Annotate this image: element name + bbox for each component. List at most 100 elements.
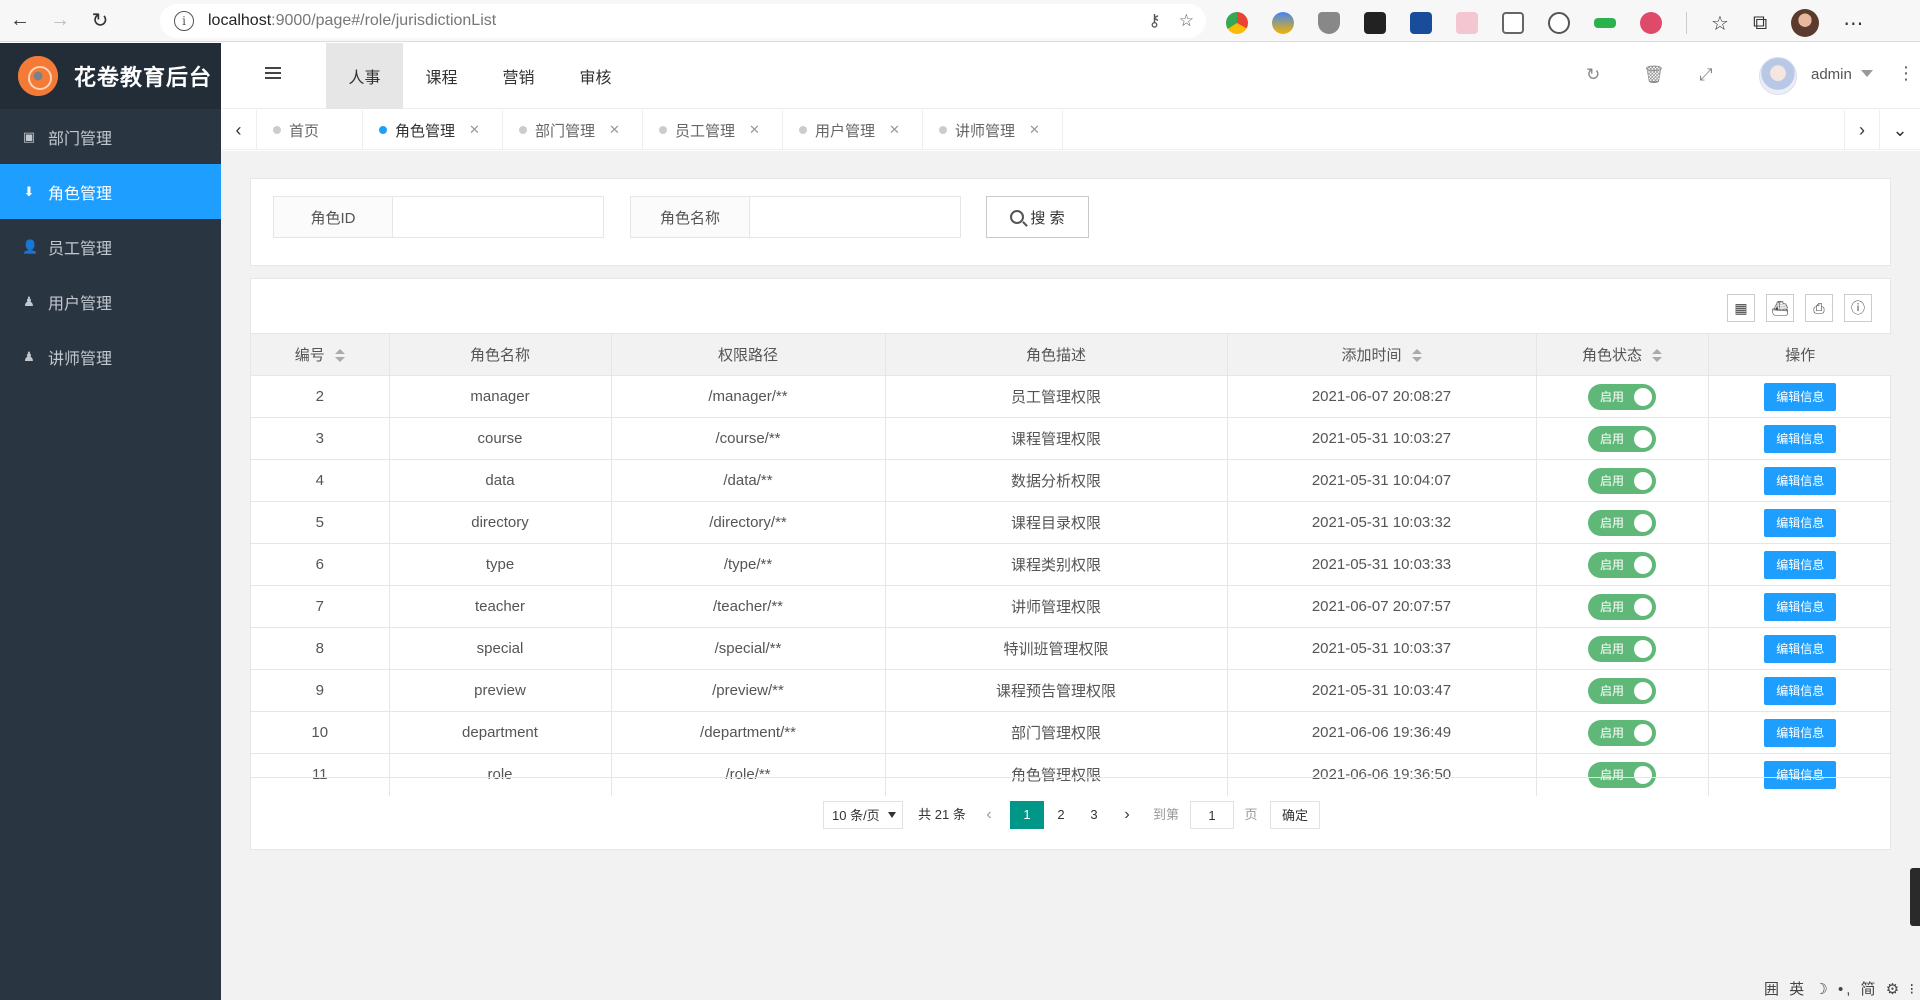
close-icon[interactable]: ✕: [749, 122, 760, 138]
chevron-down-icon[interactable]: [1861, 70, 1873, 77]
extension-pink-icon[interactable]: [1456, 12, 1478, 34]
address-bar[interactable]: i localhost :9000/page#/role/jurisdictio…: [160, 4, 1206, 38]
favorites-icon[interactable]: ☆: [1711, 11, 1729, 36]
close-icon[interactable]: ✕: [469, 122, 480, 138]
extension-recycle-icon[interactable]: [1548, 12, 1570, 34]
info-icon[interactable]: ⓘ: [1844, 294, 1872, 322]
back-icon[interactable]: ←: [0, 1, 40, 41]
key-icon[interactable]: ⚷: [1148, 11, 1160, 31]
page-number-3[interactable]: 3: [1077, 801, 1111, 829]
extension-dark-icon[interactable]: [1364, 12, 1386, 34]
edit-button[interactable]: 编辑信息: [1764, 424, 1837, 453]
column-header-id[interactable]: 编号: [251, 333, 390, 376]
browser-profile-avatar[interactable]: [1791, 9, 1820, 37]
tab-personnel[interactable]: 人事: [326, 43, 403, 109]
refresh-page-icon[interactable]: ↻: [1586, 65, 1600, 85]
tabs-scroll-left-icon[interactable]: ‹: [221, 110, 257, 150]
export-icon[interactable]: ⛴: [1766, 294, 1794, 322]
extension-shield-icon[interactable]: [1272, 12, 1294, 34]
edit-button[interactable]: 编辑信息: [1764, 508, 1837, 537]
close-icon[interactable]: ✕: [889, 122, 900, 138]
column-filter-icon[interactable]: ▦: [1727, 294, 1755, 322]
page-number-2[interactable]: 2: [1044, 801, 1078, 829]
page-tab-role[interactable]: 角色管理 ✕: [363, 110, 503, 150]
extension-chrome-icon[interactable]: [1226, 12, 1248, 34]
tab-review[interactable]: 审核: [557, 43, 634, 109]
status-toggle[interactable]: 启用: [1588, 425, 1656, 452]
username[interactable]: admin: [1811, 66, 1852, 83]
cell-path: /manager/**: [611, 375, 886, 418]
page-tab-teacher[interactable]: 讲师管理 ✕: [923, 110, 1063, 150]
close-icon[interactable]: ✕: [609, 122, 620, 138]
goto-confirm-button[interactable]: 确定: [1270, 801, 1320, 829]
edit-button[interactable]: 编辑信息: [1764, 676, 1837, 705]
page-size-select[interactable]: 10 条/页: [823, 801, 903, 829]
page-tab-department[interactable]: 部门管理 ✕: [503, 110, 643, 150]
page-tab-employee[interactable]: 员工管理 ✕: [643, 110, 783, 150]
edit-button[interactable]: 编辑信息: [1764, 634, 1837, 663]
edit-button[interactable]: 编辑信息: [1764, 466, 1837, 495]
role-icon: ⬇: [23, 183, 35, 199]
status-toggle[interactable]: 启用: [1588, 383, 1656, 410]
next-page-icon[interactable]: ›: [1115, 801, 1139, 829]
tab-marketing[interactable]: 营销: [480, 43, 557, 109]
extension-n-icon[interactable]: [1410, 12, 1432, 34]
clear-cache-icon[interactable]: 🗑: [1643, 65, 1665, 85]
status-toggle[interactable]: 启用: [1588, 467, 1656, 494]
goto-page-input[interactable]: 1: [1190, 801, 1234, 829]
fullscreen-icon[interactable]: ⤢: [1699, 65, 1713, 85]
page-number-1[interactable]: 1: [1010, 801, 1044, 829]
column-header-status[interactable]: 角色状态: [1536, 333, 1709, 376]
page-unit: 页: [1244, 807, 1258, 822]
favorite-add-icon[interactable]: ☆: [1179, 11, 1194, 31]
search-button[interactable]: 搜 索: [986, 196, 1089, 238]
role-id-input[interactable]: [393, 196, 604, 238]
site-info-icon[interactable]: i: [174, 11, 194, 31]
status-toggle[interactable]: 启用: [1588, 719, 1656, 746]
menu-toggle-icon[interactable]: [265, 67, 281, 81]
sidebar-item-department[interactable]: ▣ 部门管理: [0, 109, 221, 164]
page-tab-user[interactable]: 用户管理 ✕: [783, 110, 923, 150]
status-toggle[interactable]: 启用: [1588, 509, 1656, 536]
refresh-icon[interactable]: ↻: [80, 1, 120, 41]
extension-bug-icon[interactable]: [1640, 12, 1662, 34]
tabs-scroll-right-icon[interactable]: ›: [1844, 110, 1880, 150]
prev-page-icon[interactable]: ‹: [977, 801, 1001, 829]
tab-course[interactable]: 课程: [403, 43, 480, 109]
page-tab-home[interactable]: 首页: [257, 110, 363, 150]
edge-side-widget[interactable]: [1910, 868, 1920, 926]
edit-button[interactable]: 编辑信息: [1764, 550, 1837, 579]
avatar[interactable]: [1759, 57, 1797, 95]
edit-button[interactable]: 编辑信息: [1764, 382, 1837, 411]
sort-icon[interactable]: [1652, 349, 1662, 363]
status-toggle[interactable]: 启用: [1588, 593, 1656, 620]
tab-dot: [519, 126, 527, 134]
status-toggle[interactable]: 启用: [1588, 677, 1656, 704]
edit-button[interactable]: 编辑信息: [1764, 592, 1837, 621]
close-icon[interactable]: ✕: [1029, 122, 1040, 138]
column-header-time[interactable]: 添加时间: [1227, 333, 1537, 376]
sidebar-item-teacher[interactable]: ♟ 讲师管理: [0, 329, 221, 384]
sort-icon[interactable]: [334, 349, 345, 363]
ime-status-bar[interactable]: 囲 英 ☽ •, 简 ⚙ ⁝: [1764, 978, 1917, 999]
extension-adblock-icon[interactable]: [1318, 12, 1340, 34]
sidebar-item-user[interactable]: ♟ 用户管理: [0, 274, 221, 329]
sort-icon[interactable]: [1411, 349, 1422, 363]
print-icon[interactable]: ⎙: [1805, 294, 1833, 322]
more-vertical-icon[interactable]: ⋮: [1897, 63, 1915, 84]
sidebar-item-employee[interactable]: 👤 员工管理: [0, 219, 221, 274]
sidebar-item-role[interactable]: ⬇ 角色管理: [0, 164, 221, 219]
collections-icon[interactable]: ⧉: [1753, 12, 1767, 35]
edit-button[interactable]: 编辑信息: [1764, 718, 1837, 747]
role-name-input[interactable]: [750, 196, 961, 238]
browser-menu-icon[interactable]: ⋯: [1843, 11, 1863, 36]
extension-green-icon[interactable]: [1594, 18, 1616, 28]
cell-id: 9: [251, 669, 390, 712]
cell-actions: 编辑信息: [1708, 459, 1892, 502]
cell-id: 8: [251, 627, 390, 670]
status-toggle[interactable]: 启用: [1588, 551, 1656, 578]
tabs-menu-chevron-down-icon[interactable]: ⌄: [1882, 110, 1918, 150]
forward-icon[interactable]: →: [40, 1, 80, 41]
status-toggle[interactable]: 启用: [1588, 635, 1656, 662]
extension-tv-icon[interactable]: [1502, 12, 1524, 34]
